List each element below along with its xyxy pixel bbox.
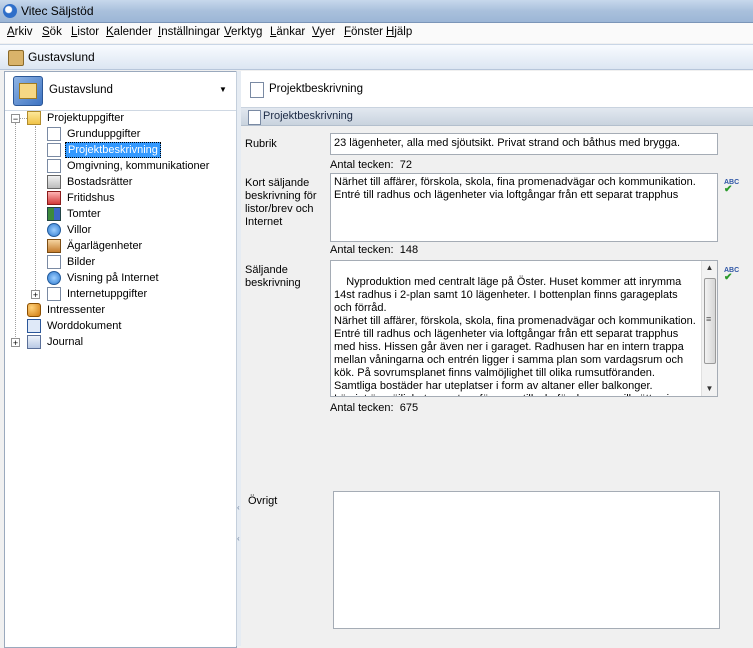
- rubrik-input[interactable]: 23 lägenheter, alla med sjöutsikt. Priva…: [330, 133, 718, 155]
- app-title: Vitec Säljstöd: [21, 4, 94, 18]
- document-icon: [47, 127, 61, 141]
- menu-verktyg[interactable]: Verktyg: [224, 26, 262, 38]
- tree-line: [15, 123, 16, 345]
- menu-kalender[interactable]: Kalender: [106, 26, 152, 38]
- saljande-beskrivning-text: Nyproduktion med centralt läge på Öster.…: [334, 276, 696, 396]
- apartment-building-icon: [47, 175, 61, 189]
- tree-line: [35, 126, 36, 292]
- tree-line: [19, 118, 27, 119]
- scroll-down-arrow-icon[interactable]: ▼: [702, 382, 717, 396]
- content-header-title: Projektbeskrivning: [269, 83, 363, 95]
- internet-viewing-icon: [47, 271, 61, 285]
- ovrigt-label: Övrigt: [248, 495, 278, 507]
- document-icon: [248, 110, 261, 125]
- project-window-icon: [8, 50, 24, 66]
- project-selector-label: Gustavslund: [49, 84, 113, 96]
- person-icon: [27, 303, 41, 317]
- scroll-thumb[interactable]: [704, 278, 716, 364]
- project-selector[interactable]: Gustavslund ▼: [5, 72, 236, 111]
- ovrigt-textarea[interactable]: [333, 491, 720, 629]
- tree-expand-toggle[interactable]: +: [31, 290, 40, 300]
- spellcheck-icon[interactable]: ABC ✔: [724, 179, 740, 195]
- window-title-text: Gustavslund: [28, 50, 95, 64]
- content-header: Projektbeskrivning: [241, 71, 753, 108]
- app-logo-icon: [3, 4, 17, 18]
- spellcheck-icon[interactable]: ABC ✔: [724, 267, 740, 283]
- menu-lankar[interactable]: Länkar: [270, 26, 305, 38]
- kort-char-count: Antal tecken: 148: [330, 244, 419, 256]
- menu-listor[interactable]: Listor: [71, 26, 99, 38]
- saljande-beskrivning-label: Säljande beskrivning: [245, 264, 301, 289]
- document-icon: [47, 143, 61, 157]
- document-icon: [47, 287, 61, 301]
- scroll-up-arrow-icon[interactable]: ▲: [702, 261, 717, 275]
- textarea-scrollbar[interactable]: ▲ ▼: [701, 261, 717, 396]
- cottage-icon: [47, 191, 61, 205]
- tree-collapse-toggle[interactable]: −: [11, 114, 20, 124]
- document-icon: [250, 82, 264, 98]
- villa-icon: [47, 223, 61, 237]
- section-title: Projektbeskrivning: [263, 110, 353, 122]
- menu-arkiv[interactable]: Arkiv: [7, 26, 33, 38]
- folder-open-icon: [27, 111, 41, 125]
- rubrik-label: Rubrik: [245, 138, 277, 150]
- saljande-beskrivning-textarea[interactable]: Nyproduktion med centralt läge på Öster.…: [330, 260, 718, 397]
- saljande-char-count: Antal tecken: 675: [330, 402, 419, 414]
- document-icon: [47, 255, 61, 269]
- kort-beskrivning-textarea[interactable]: Närhet till affärer, förskola, skola, fi…: [330, 173, 718, 242]
- rubrik-char-count: Antal tecken: 72: [330, 159, 412, 171]
- project-building-icon: [13, 76, 43, 106]
- land-plot-icon: [47, 207, 61, 221]
- document-icon: [47, 159, 61, 173]
- section-header: Projektbeskrivning: [241, 108, 753, 126]
- menu-installningar[interactable]: Inställningar: [158, 26, 220, 38]
- menu-fonster[interactable]: Fönster: [344, 26, 383, 38]
- owner-apartment-icon: [47, 239, 61, 253]
- tree-expand-toggle[interactable]: +: [11, 338, 20, 348]
- menu-bar: Arkiv Sök Listor Kalender Inställningar …: [0, 23, 753, 43]
- content-panel: Projektbeskrivning Projektbeskrivning Ru…: [241, 71, 753, 646]
- menu-sok[interactable]: Sök: [42, 26, 62, 38]
- journal-icon: [27, 335, 41, 349]
- menu-hjalp[interactable]: Hjälp: [386, 26, 412, 38]
- kort-beskrivning-label: Kort säljande beskrivning för listor/bre…: [245, 177, 317, 228]
- word-document-icon: [27, 319, 41, 333]
- title-bar: Vitec Säljstöd: [0, 0, 753, 23]
- document-window-title: Gustavslund: [0, 44, 753, 70]
- chevron-down-icon[interactable]: ▼: [219, 85, 227, 94]
- menu-vyer[interactable]: Vyer: [312, 26, 335, 38]
- navigation-panel: Gustavslund ▼ − Projektuppgifter Grundup…: [4, 71, 237, 648]
